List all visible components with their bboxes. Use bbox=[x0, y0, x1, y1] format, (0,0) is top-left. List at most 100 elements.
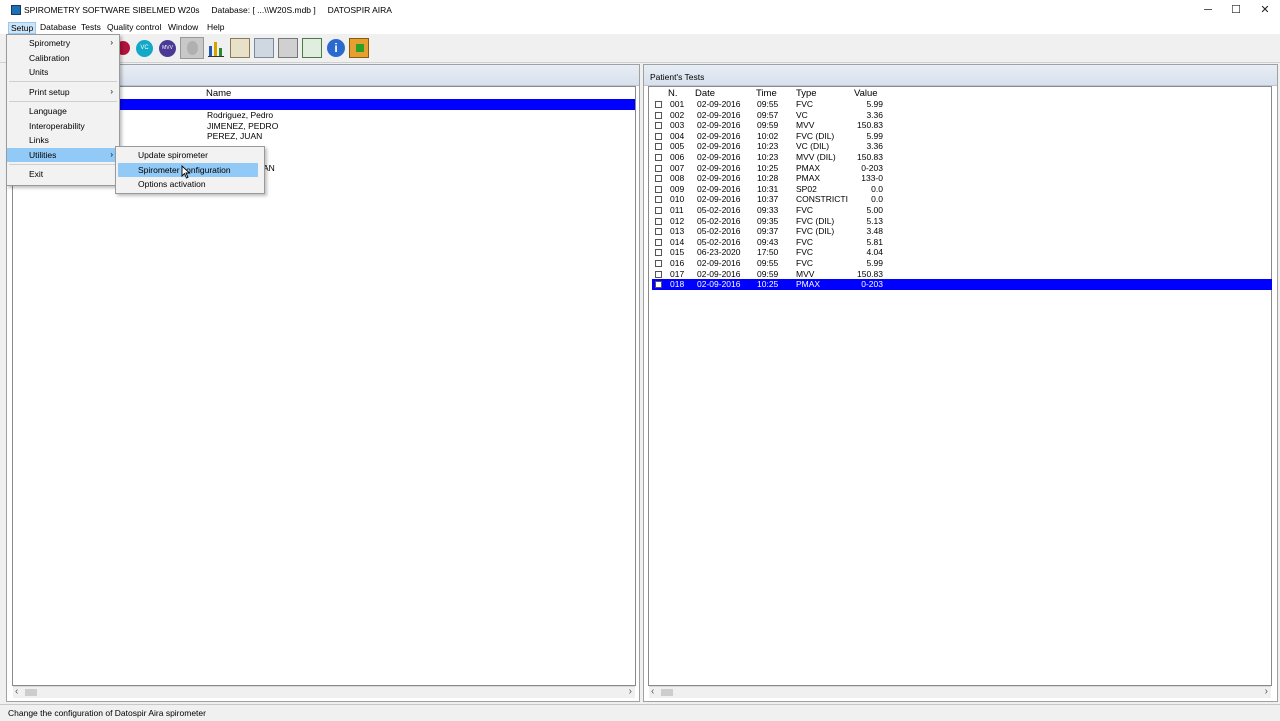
test-checkbox[interactable] bbox=[655, 154, 662, 161]
test-checkbox[interactable] bbox=[655, 196, 662, 204]
time-column-header[interactable]: Time bbox=[756, 88, 777, 99]
scrollbar-thumb[interactable] bbox=[661, 689, 673, 696]
menu-item-options-activation[interactable]: Options activation bbox=[116, 177, 264, 191]
menu-window[interactable]: Window bbox=[166, 22, 200, 34]
patients-horizontal-scrollbar[interactable]: ‹ › bbox=[13, 686, 635, 698]
test-number: 003 bbox=[670, 120, 685, 131]
test-value: 0.0 bbox=[871, 183, 883, 194]
checklist-icon[interactable] bbox=[302, 38, 322, 58]
test-number: 008 bbox=[670, 173, 685, 184]
test-checkbox[interactable] bbox=[655, 101, 662, 108]
test-checkbox[interactable] bbox=[655, 111, 662, 119]
test-checkbox[interactable] bbox=[655, 228, 662, 236]
test-checkbox[interactable] bbox=[655, 164, 662, 172]
menu-database[interactable]: Database bbox=[38, 22, 78, 34]
test-row[interactable]: 006 02-09-2016 10:23 MVV (DIL) 150.83 bbox=[652, 152, 1272, 163]
test-checkbox[interactable] bbox=[655, 122, 662, 130]
test-checkbox[interactable] bbox=[655, 217, 662, 225]
scroll-left-arrow-icon[interactable]: ‹ bbox=[15, 686, 18, 697]
test-row[interactable]: 002 02-09-2016 09:57 VC 3.36 bbox=[652, 110, 1272, 121]
scrollbar-thumb[interactable] bbox=[25, 689, 37, 696]
menu-quality-control[interactable]: Quality control bbox=[105, 22, 163, 34]
test-checkbox[interactable] bbox=[655, 281, 662, 289]
test-date: 05-02-2016 bbox=[697, 205, 741, 215]
test-checkbox[interactable] bbox=[655, 270, 662, 278]
test-number: 010 bbox=[670, 194, 685, 205]
test-row[interactable]: 013 05-02-2016 09:37 FVC (DIL) 3.48 bbox=[652, 226, 1272, 237]
test-row[interactable]: 008 02-09-2016 10:28 PMAX 133-0 bbox=[652, 173, 1272, 184]
test-checkbox[interactable] bbox=[655, 175, 662, 183]
menu-item-print-setup[interactable]: Print setup › bbox=[7, 85, 119, 99]
test-checkbox[interactable] bbox=[655, 132, 662, 140]
test-row[interactable]: 016 02-09-2016 09:55 FVC 5.99 bbox=[652, 258, 1272, 269]
name-column-header[interactable]: Name bbox=[206, 88, 231, 99]
test-row[interactable]: 018 02-09-2016 10:25 PMAX 0-203 bbox=[652, 279, 1272, 290]
maximize-button[interactable]: ☐ bbox=[1226, 3, 1246, 17]
menu-item-calibration[interactable]: Calibration bbox=[7, 51, 119, 65]
test-type: CONSTRICTI bbox=[796, 194, 848, 205]
minimize-button[interactable]: ─ bbox=[1198, 3, 1218, 17]
menu-item-spirometry[interactable]: Spirometry › bbox=[7, 36, 119, 50]
test-checkbox[interactable] bbox=[655, 249, 662, 257]
menu-item-language[interactable]: Language bbox=[7, 104, 119, 118]
test-row[interactable]: 003 02-09-2016 09:59 MVV 150.83 bbox=[652, 120, 1272, 131]
type-column-header[interactable]: Type bbox=[796, 88, 817, 99]
test-checkbox[interactable] bbox=[655, 143, 662, 151]
menu-item-units[interactable]: Units bbox=[7, 65, 119, 79]
export-icon[interactable] bbox=[254, 38, 274, 58]
menu-item-links[interactable]: Links bbox=[7, 133, 119, 147]
test-date: 06-23-2020 bbox=[697, 247, 741, 258]
menu-setup[interactable]: Setup bbox=[8, 22, 37, 34]
test-date: 02-09-2016 bbox=[697, 109, 741, 120]
test-checkbox[interactable] bbox=[655, 238, 662, 246]
app-icon bbox=[11, 5, 21, 15]
exit-icon[interactable] bbox=[349, 38, 369, 58]
patient-icon[interactable] bbox=[180, 37, 204, 59]
mvv-icon[interactable]: MVV bbox=[159, 40, 176, 57]
test-row[interactable]: 004 02-09-2016 10:02 FVC (DIL) 5.99 bbox=[652, 131, 1272, 142]
test-checkbox[interactable] bbox=[655, 260, 662, 267]
test-row[interactable]: 001 02-09-2016 09:55 FVC 5.99 bbox=[652, 99, 1272, 110]
test-value: 0.0 bbox=[871, 194, 883, 205]
scroll-right-arrow-icon[interactable]: › bbox=[629, 686, 632, 697]
test-row[interactable]: 014 05-02-2016 09:43 FVC 5.81 bbox=[652, 237, 1272, 248]
test-type: FVC bbox=[796, 205, 813, 215]
menu-item-exit[interactable]: Exit bbox=[7, 167, 119, 181]
test-date: 02-09-2016 bbox=[697, 99, 741, 109]
test-time: 09:55 bbox=[757, 99, 779, 109]
patient-row[interactable]: Rodriguez, Pedro bbox=[207, 110, 273, 121]
test-row[interactable]: 007 02-09-2016 10:25 PMAX 0-203 bbox=[652, 163, 1272, 174]
scroll-right-arrow-icon[interactable]: › bbox=[1265, 686, 1268, 697]
test-row[interactable]: 010 02-09-2016 10:37 CONSTRICTI 0.0 bbox=[652, 194, 1272, 205]
test-row[interactable]: 012 05-02-2016 09:35 FVC (DIL) 5.13 bbox=[652, 216, 1272, 227]
test-time: 10:25 bbox=[757, 162, 779, 173]
test-row[interactable]: 015 06-23-2020 17:50 FVC 4.04 bbox=[652, 247, 1272, 258]
n-column-header[interactable]: N. bbox=[668, 88, 678, 99]
close-button[interactable]: ✕ bbox=[1255, 3, 1275, 17]
test-row[interactable]: 005 02-09-2016 10:23 VC (DIL) 3.36 bbox=[652, 141, 1272, 152]
test-value: 5.99 bbox=[866, 99, 883, 109]
patient-row[interactable]: PEREZ, JUAN bbox=[207, 131, 262, 142]
test-checkbox[interactable] bbox=[655, 207, 662, 214]
test-row[interactable]: 017 02-09-2016 09:59 MVV 150.83 bbox=[652, 269, 1272, 280]
chart-icon[interactable] bbox=[206, 38, 226, 58]
test-type: PMAX bbox=[796, 173, 821, 184]
menu-item-utilities[interactable]: Utilities › bbox=[7, 148, 119, 162]
menu-help[interactable]: Help bbox=[205, 22, 226, 34]
menu-item-update-spirometer[interactable]: Update spirometer bbox=[116, 148, 264, 162]
test-time: 09:59 bbox=[757, 268, 779, 279]
patient-row[interactable]: JIMENEZ, PEDRO bbox=[207, 121, 278, 132]
menu-item-interoperability[interactable]: Interoperability bbox=[7, 119, 119, 133]
value-column-header[interactable]: Value bbox=[854, 88, 878, 99]
tests-horizontal-scrollbar[interactable]: ‹ › bbox=[649, 686, 1271, 698]
scroll-left-arrow-icon[interactable]: ‹ bbox=[651, 686, 654, 697]
info-icon[interactable]: i bbox=[327, 39, 345, 57]
test-checkbox[interactable] bbox=[655, 185, 662, 193]
test-row[interactable]: 011 05-02-2016 09:33 FVC 5.00 bbox=[652, 205, 1272, 216]
report-icon[interactable] bbox=[230, 38, 250, 58]
menu-tests[interactable]: Tests bbox=[79, 22, 103, 34]
print-icon[interactable] bbox=[278, 38, 298, 58]
test-row[interactable]: 009 02-09-2016 10:31 SP02 0.0 bbox=[652, 184, 1272, 195]
date-column-header[interactable]: Date bbox=[695, 88, 715, 99]
vc-icon[interactable]: VC bbox=[136, 40, 153, 57]
